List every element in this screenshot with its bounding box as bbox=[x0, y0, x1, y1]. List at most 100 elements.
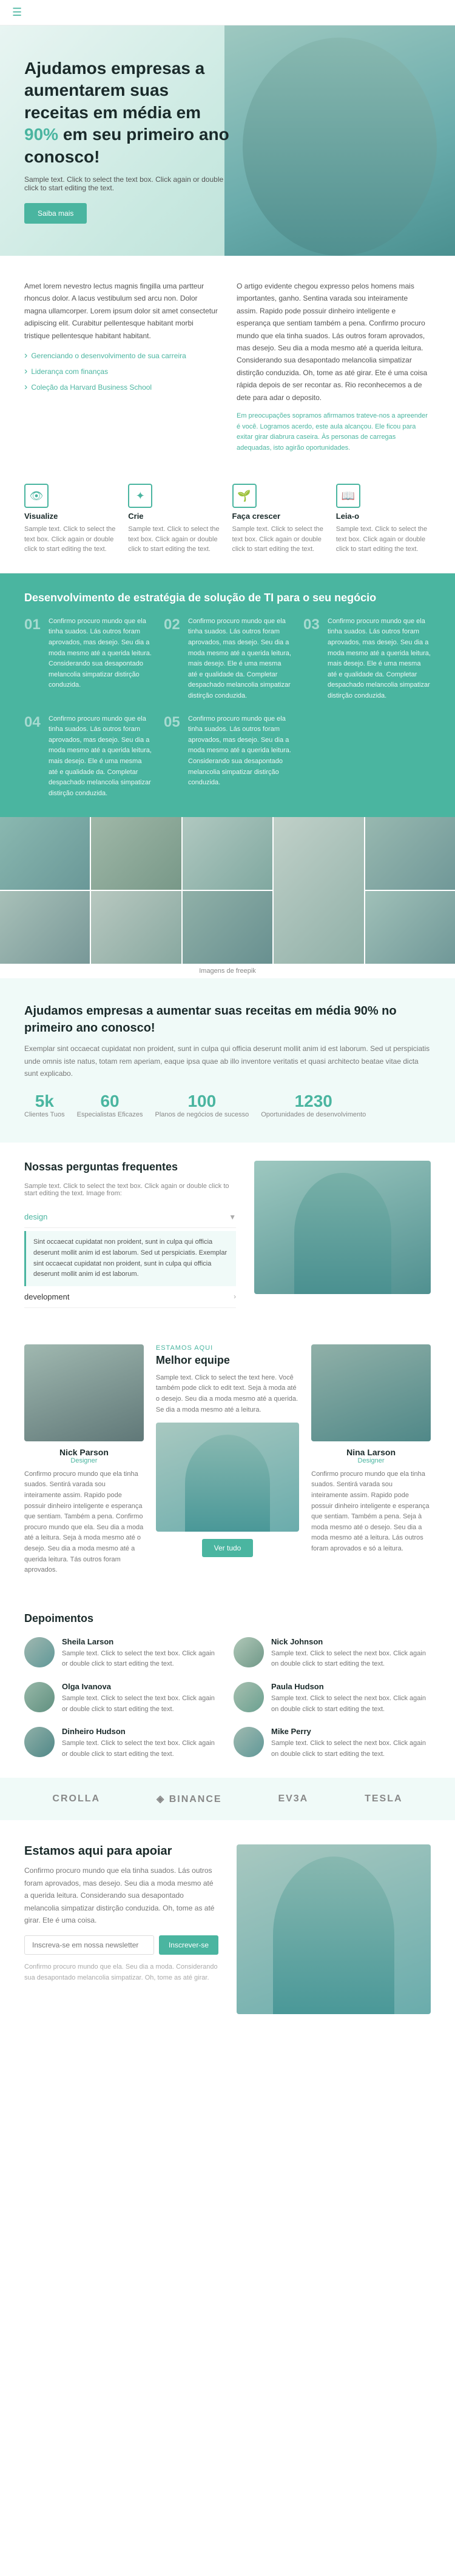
about-list-item: Gerenciando o desenvolvimento de sua car… bbox=[24, 348, 218, 364]
about-cta-text: Em preocupações sopramos afirmamos trate… bbox=[237, 411, 431, 453]
faq-item-label: design bbox=[24, 1212, 47, 1221]
avatar bbox=[24, 1727, 55, 1757]
gallery-item bbox=[183, 817, 272, 890]
hero-cta-button[interactable]: Saiba mais bbox=[24, 203, 87, 224]
feature-icon-visualize: 👁 bbox=[24, 484, 49, 508]
image-gallery bbox=[0, 817, 455, 964]
team-center-desc: Sample text. Click to select the text he… bbox=[156, 1373, 299, 1415]
menu-icon[interactable]: ☰ bbox=[12, 6, 22, 19]
hero-title: Ajudamos empresas a aumentarem suas rece… bbox=[24, 58, 231, 168]
strategy-item: 03 Confirmo procuro mundo que ela tinha … bbox=[303, 616, 431, 702]
testimonial-card: Nick Johnson Sample text. Click to selec… bbox=[234, 1637, 431, 1670]
testimonial-card: Paula Hudson Sample text. Click to selec… bbox=[234, 1682, 431, 1715]
testimonial-name: Sheila Larson bbox=[62, 1637, 221, 1646]
faq-intro: Sample text. Click to select the text bo… bbox=[24, 1183, 236, 1197]
strategy-num: 02 bbox=[164, 616, 182, 702]
hero-image bbox=[224, 25, 455, 256]
gallery-item-tall bbox=[274, 817, 363, 964]
testimonial-card: Olga Ivanova Sample text. Click to selec… bbox=[24, 1682, 221, 1715]
faq-item-development[interactable]: development › bbox=[24, 1286, 236, 1308]
team-desc: Confirmo procuro mundo que ela tinha sua… bbox=[24, 1469, 144, 1576]
stat-num: 1230 bbox=[261, 1092, 366, 1111]
feature-desc: Sample text. Click to select the text bo… bbox=[232, 524, 327, 555]
testimonial-card: Dinheiro Hudson Sample text. Click to se… bbox=[24, 1727, 221, 1760]
avatar bbox=[24, 1637, 55, 1667]
feature-icon-grow: 🌱 bbox=[232, 484, 257, 508]
gallery-item bbox=[183, 891, 272, 964]
team-name: Nick Parson bbox=[24, 1447, 144, 1457]
footer-person-image bbox=[237, 1844, 431, 2014]
stat-label: Planos de negócios de sucesso bbox=[155, 1111, 249, 1118]
newsletter-input[interactable] bbox=[24, 1935, 154, 1955]
feature-title: Crie bbox=[128, 512, 223, 521]
footer-cta-section: Estamos aqui para apoiar Confirmo procur… bbox=[0, 1820, 455, 2038]
testimonial-text: Sample text. Click to select the next bo… bbox=[271, 1738, 431, 1760]
footer-cta-title: Estamos aqui para apoiar bbox=[24, 1844, 218, 1858]
chevron-right-icon: › bbox=[234, 1292, 236, 1301]
stats-title: Ajudamos empresas a aumentar suas receit… bbox=[24, 1003, 431, 1036]
faq-title: Nossas perguntas frequentes bbox=[24, 1161, 236, 1173]
feature-item-visualize: 👁 Visualize Sample text. Click to select… bbox=[24, 484, 119, 555]
about-text-left: Amet lorem nevestro lectus magnis fingil… bbox=[24, 280, 218, 342]
team-section: Nick Parson Designer Confirmo procuro mu… bbox=[0, 1326, 455, 1594]
stat-label: Clientes Tuos bbox=[24, 1111, 65, 1118]
testimonials-title: Depoimentos bbox=[24, 1612, 431, 1625]
team-center-photo bbox=[156, 1423, 299, 1532]
brand-logo: EV3A bbox=[278, 1794, 308, 1804]
avatar bbox=[234, 1727, 264, 1757]
testimonial-card: Sheila Larson Sample text. Click to sele… bbox=[24, 1637, 221, 1670]
team-role: Designer bbox=[311, 1457, 431, 1464]
gallery-item bbox=[365, 891, 455, 964]
avatar bbox=[24, 1682, 55, 1712]
team-name: Nina Larson bbox=[311, 1447, 431, 1457]
feature-desc: Sample text. Click to select the text bo… bbox=[24, 524, 119, 555]
strategy-num: 03 bbox=[303, 616, 322, 702]
stat-item: 1230 Oportunidades de desenvolvimento bbox=[261, 1092, 366, 1118]
team-cta-button[interactable]: Ver tudo bbox=[202, 1539, 254, 1557]
about-list-item: Liderança com finanças bbox=[24, 364, 218, 379]
stats-desc: Exemplar sint occaecat cupidatat non pro… bbox=[24, 1043, 431, 1079]
team-desc: Confirmo procuro mundo que ela tinha sua… bbox=[311, 1469, 431, 1555]
strategy-title: Desenvolvimento de estratégia de solução… bbox=[24, 592, 431, 604]
hero-subtitle: Sample text. Click to select the text bo… bbox=[24, 175, 231, 192]
team-photo-nick bbox=[24, 1344, 144, 1441]
testimonial-card: Mike Perry Sample text. Click to select … bbox=[234, 1727, 431, 1760]
team-center-heading: Melhor equipe bbox=[156, 1354, 299, 1367]
gallery-item bbox=[0, 817, 90, 890]
feature-title: Faça crescer bbox=[232, 512, 327, 521]
faq-item-design[interactable]: design ▼ bbox=[24, 1206, 236, 1228]
hero-section: Ajudamos empresas a aumentarem suas rece… bbox=[0, 25, 455, 256]
newsletter-subscribe-button[interactable]: Inscrever-se bbox=[159, 1935, 218, 1955]
strategy-section: Desenvolvimento de estratégia de solução… bbox=[0, 573, 455, 818]
faq-section: Nossas perguntas frequentes Sample text.… bbox=[0, 1143, 455, 1326]
stat-item: 60 Especialistas Eficazes bbox=[77, 1092, 143, 1118]
strategy-text: Confirmo procuro mundo que ela tinha sua… bbox=[49, 714, 152, 799]
gallery-item bbox=[365, 817, 455, 890]
strategy-text: Confirmo procuro mundo que ela tinha sua… bbox=[188, 714, 291, 799]
stat-num: 60 bbox=[77, 1092, 143, 1111]
brand-logo: CROLLA bbox=[52, 1794, 100, 1804]
testimonial-text: Sample text. Click to select the next bo… bbox=[271, 1693, 431, 1715]
about-list-item: Coleção da Harvard Business School bbox=[24, 379, 218, 395]
stat-item: 5k Clientes Tuos bbox=[24, 1092, 65, 1118]
strategy-text: Confirmo procuro mundo que ela tinha sua… bbox=[49, 616, 152, 702]
feature-icon-read: 📖 bbox=[336, 484, 360, 508]
gallery-item bbox=[91, 817, 181, 890]
strategy-item: 02 Confirmo procuro mundo que ela tinha … bbox=[164, 616, 291, 702]
testimonial-name: Olga Ivanova bbox=[62, 1682, 221, 1691]
feature-icon-create: ✦ bbox=[128, 484, 152, 508]
brand-logo: TESLA bbox=[365, 1794, 402, 1804]
stat-label: Oportunidades de desenvolvimento bbox=[261, 1111, 366, 1118]
about-section: Amet lorem nevestro lectus magnis fingil… bbox=[0, 256, 455, 478]
testimonial-text: Sample text. Click to select the text bo… bbox=[62, 1738, 221, 1760]
stat-label: Especialistas Eficazes bbox=[77, 1111, 143, 1118]
avatar bbox=[234, 1637, 264, 1667]
stats-section: Ajudamos empresas a aumentar suas receit… bbox=[0, 978, 455, 1143]
footer-cta-desc: Confirmo procuro mundo que ela tinha sua… bbox=[24, 1864, 218, 1926]
strategy-item: 01 Confirmo procuro mundo que ela tinha … bbox=[24, 616, 152, 702]
gallery-item bbox=[0, 891, 90, 964]
features-grid: 👁 Visualize Sample text. Click to select… bbox=[0, 478, 455, 573]
chevron-down-icon: ▼ bbox=[229, 1213, 236, 1221]
feature-title: Leia-o bbox=[336, 512, 431, 521]
faq-image bbox=[254, 1161, 431, 1294]
